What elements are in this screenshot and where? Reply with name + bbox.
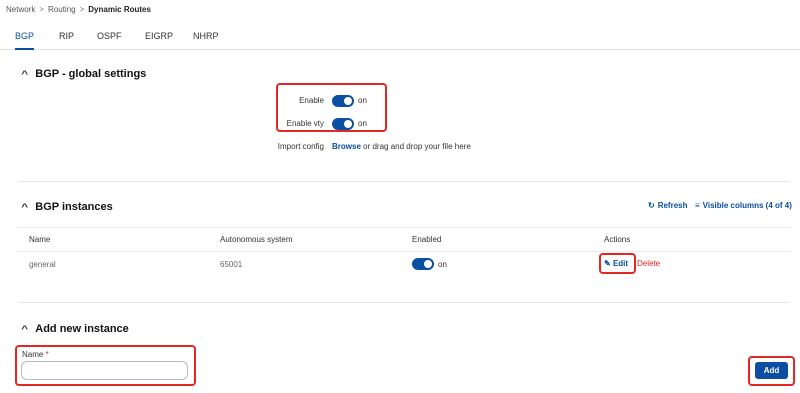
- highlight-box: [276, 83, 387, 132]
- column-header-actions: Actions: [604, 235, 631, 244]
- chevron-right-icon: >: [79, 5, 85, 14]
- refresh-label: Refresh: [657, 201, 688, 210]
- tab-ospf[interactable]: OSPF: [97, 31, 122, 50]
- add-instance-header[interactable]: ^ Add new instance: [21, 323, 129, 335]
- breadcrumb-current: Dynamic Routes: [88, 5, 151, 14]
- global-settings-title: BGP - global settings: [35, 68, 147, 80]
- breadcrumb-routing[interactable]: Routing: [48, 5, 76, 14]
- divider: [18, 181, 790, 182]
- table-header-border: [18, 251, 790, 252]
- chevron-right-icon: >: [39, 5, 45, 14]
- tab-rip[interactable]: RIP: [59, 31, 74, 50]
- instances-title: BGP instances: [35, 201, 113, 213]
- highlight-box: [599, 253, 636, 274]
- tab-bgp[interactable]: BGP: [15, 31, 35, 50]
- highlight-box: [15, 345, 196, 386]
- row-name: general: [29, 260, 56, 269]
- divider: [18, 302, 790, 303]
- column-header-name: Name: [29, 235, 51, 244]
- visible-columns-button[interactable]: ≡ Visible columns (4 of 4): [695, 201, 792, 210]
- column-header-enabled: Enabled: [412, 235, 442, 244]
- browse-link[interactable]: Browse: [332, 142, 361, 151]
- global-settings-header[interactable]: ^ BGP - global settings: [21, 68, 147, 80]
- visible-columns-label: Visible columns (4 of 4): [702, 201, 792, 210]
- import-dropzone[interactable]: Browse or drag and drop your file here: [332, 142, 471, 151]
- refresh-button[interactable]: ↻ Refresh: [648, 201, 688, 210]
- import-hint: or drag and drop your file here: [363, 142, 471, 151]
- tab-bar: BGP RIP OSPF EIGRP NHRP: [0, 26, 800, 50]
- chevron-up-icon: ^: [21, 202, 29, 212]
- tab-nhrp[interactable]: NHRP: [193, 31, 219, 50]
- breadcrumb: Network > Routing > Dynamic Routes: [6, 5, 151, 14]
- delete-button[interactable]: Delete: [637, 259, 660, 268]
- import-config-label: Import config: [277, 142, 324, 151]
- chevron-up-icon: ^: [21, 324, 29, 334]
- add-instance-title: Add new instance: [35, 323, 129, 335]
- breadcrumb-network[interactable]: Network: [6, 5, 35, 14]
- row-enabled-state: on: [438, 260, 447, 269]
- row-enabled-toggle[interactable]: [412, 258, 434, 270]
- chevron-up-icon: ^: [21, 69, 29, 79]
- refresh-icon: ↻: [648, 201, 655, 210]
- column-header-as: Autonomous system: [220, 235, 293, 244]
- instances-header[interactable]: ^ BGP instances: [21, 201, 113, 213]
- highlight-box: [748, 356, 795, 386]
- row-as: 65001: [220, 260, 243, 269]
- columns-icon: ≡: [695, 201, 700, 210]
- tab-eigrp[interactable]: EIGRP: [145, 31, 173, 50]
- table-top-border: [18, 227, 790, 228]
